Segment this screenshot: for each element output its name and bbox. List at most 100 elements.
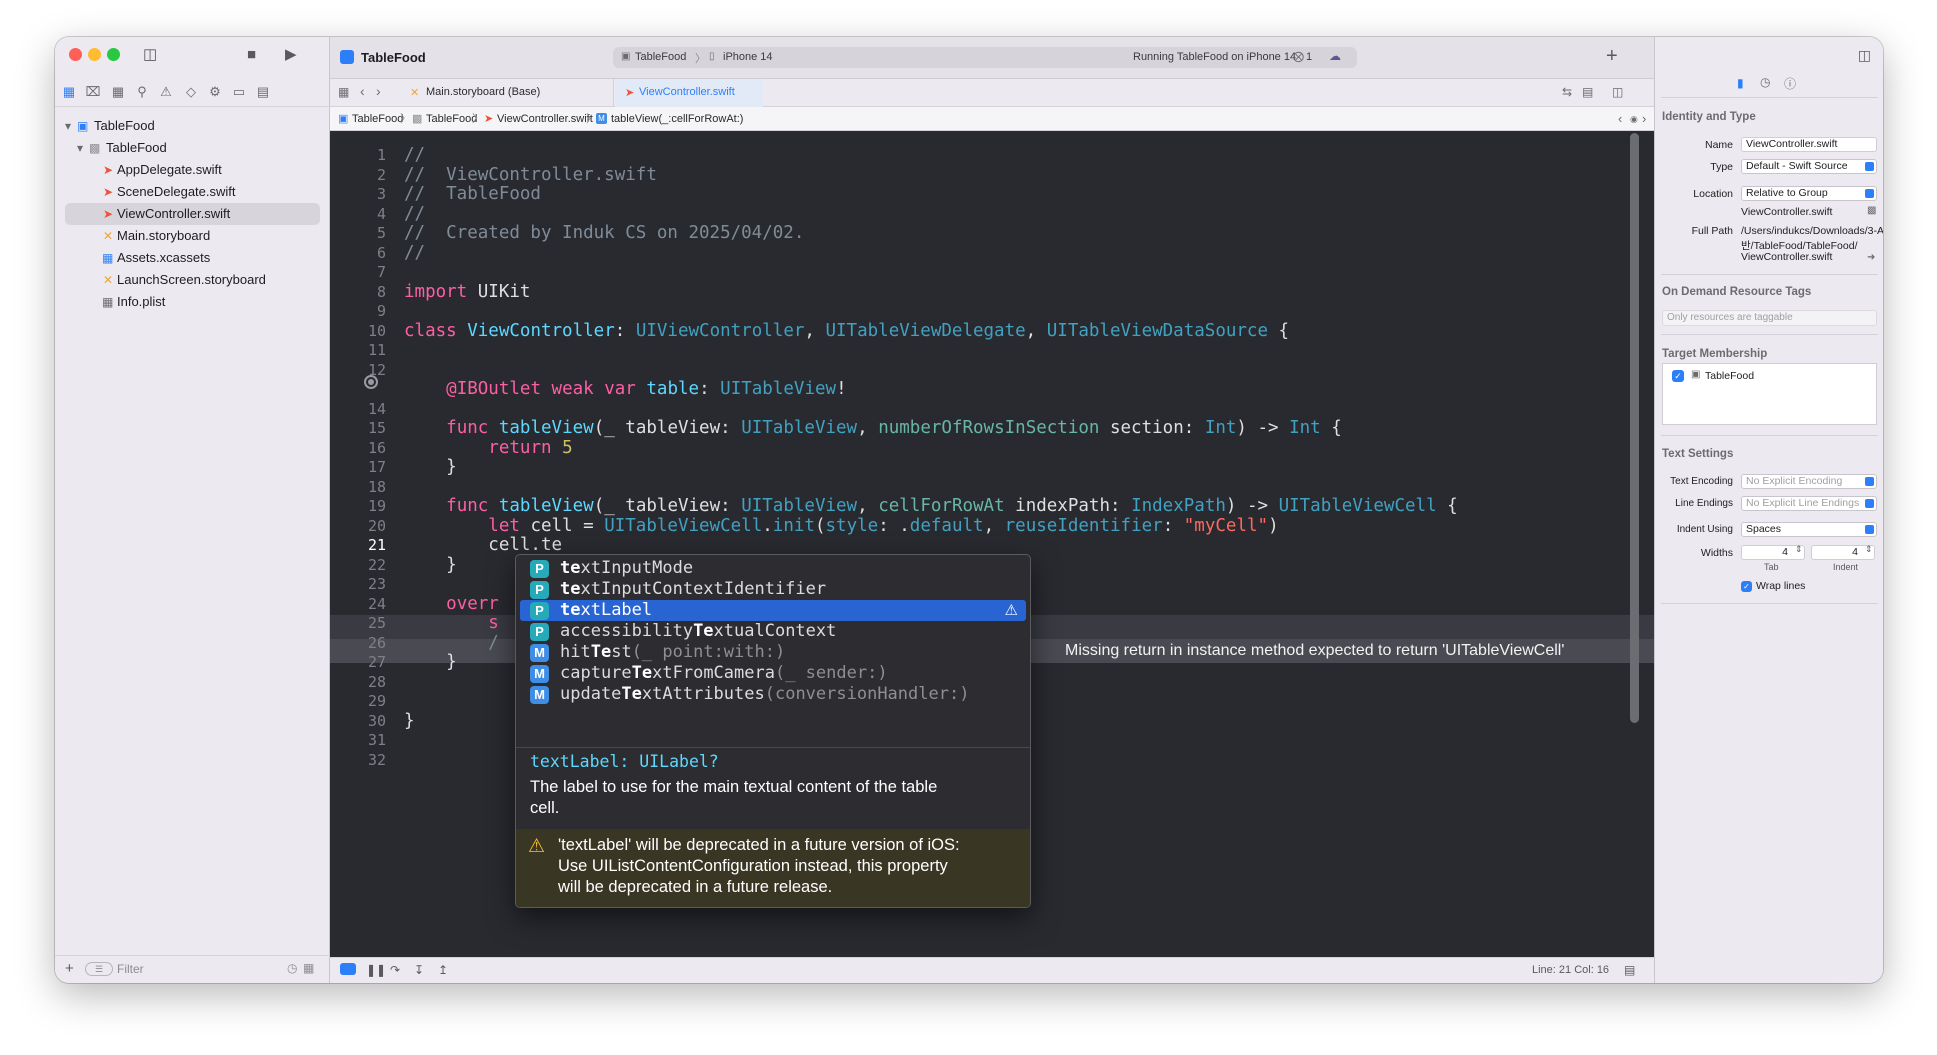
filter-input[interactable]: Filter [117, 962, 144, 976]
completion-item[interactable]: PtextInputContextIdentifier [520, 579, 1026, 600]
issue-icon[interactable]: ⚠ [157, 84, 175, 100]
minimize-window-button[interactable] [88, 48, 101, 61]
report-icon[interactable]: ▤ [254, 84, 272, 100]
pause-icon[interactable]: ❚❚ [366, 963, 386, 977]
tab-stepper-icon[interactable]: ⇕ [1795, 544, 1803, 555]
close-window-button[interactable] [69, 48, 82, 61]
outlet-connection-icon[interactable] [364, 375, 378, 389]
tab-main-storyboard[interactable]: ✕ Main.storyboard (Base) [400, 79, 614, 107]
name-field[interactable]: ViewController.swift [1741, 137, 1877, 152]
device-name[interactable]: iPhone 14 [723, 51, 773, 63]
tree-row-file[interactable]: ▦ Info.plist [55, 291, 330, 313]
scm-filter-icon[interactable]: ▦ [303, 961, 314, 975]
forward-icon[interactable]: › [1642, 107, 1646, 131]
tree-row-file[interactable]: ➤ AppDelegate.swift [55, 159, 330, 181]
source-control-icon[interactable]: ⌧ [84, 84, 102, 100]
code-line[interactable]: } [404, 709, 415, 733]
location-file: ViewController.swift [1741, 206, 1833, 218]
tree-row-file[interactable]: ✕ LaunchScreen.storyboard [55, 269, 330, 291]
file-inspector-tab-icon[interactable]: ▮ [1737, 76, 1744, 90]
completion-item[interactable]: PtextLabel ⚠ [520, 600, 1026, 621]
add-icon[interactable]: + [1606, 45, 1618, 68]
panel-toggle-icon[interactable]: ▤ [1624, 963, 1635, 977]
jump-item[interactable]: tableView(_:cellForRowAt:) [611, 107, 743, 131]
step-over-icon[interactable]: ↷ [390, 963, 400, 977]
jump-item[interactable]: TableFood [426, 107, 477, 131]
code-line[interactable]: class ViewController: UIViewController, … [404, 319, 1289, 343]
code-line[interactable]: } [404, 553, 457, 577]
refresh-icon[interactable]: ⇆ [1562, 85, 1572, 99]
issue-count[interactable]: 1 [1306, 51, 1312, 63]
folder-icon[interactable]: ▩ [1867, 205, 1876, 216]
filter-options-icon[interactable]: ☰ [85, 962, 113, 976]
completion-item[interactable]: MhitTest(_ point:with:) [520, 642, 1026, 663]
scheme-name[interactable]: TableFood [635, 51, 686, 63]
grid-icon[interactable]: ▦ [338, 85, 349, 99]
encoding-popup[interactable]: No Explicit Encoding [1741, 474, 1877, 489]
back-icon[interactable]: ‹ [1618, 107, 1622, 131]
odr-tags-field[interactable]: Only resources are taggable [1662, 310, 1877, 326]
code-line[interactable]: // Created by Induk CS on 2025/04/02. [404, 221, 804, 245]
tree-row-project[interactable]: ▾ ▣ TableFood [55, 115, 330, 137]
type-popup[interactable]: Default - Swift Source [1741, 159, 1877, 174]
breakpoint-icon[interactable]: ▭ [230, 84, 248, 100]
app-project-icon: ▣ [77, 119, 89, 133]
split-editor-icon[interactable]: ◫ [1612, 85, 1623, 99]
tab-viewcontroller[interactable]: ➤ ViewController.swift [615, 79, 763, 107]
editor-scrollbar[interactable] [1630, 133, 1639, 723]
wrap-lines-checkbox[interactable]: ✓ [1741, 581, 1752, 592]
tree-row-file[interactable]: ➤ SceneDelegate.swift [55, 181, 330, 203]
sidebar-toggle-icon[interactable]: ◫ [143, 46, 157, 64]
editor-options-icon[interactable]: ▤ [1582, 85, 1593, 99]
code-line[interactable]: } [404, 650, 457, 674]
recent-files-icon[interactable]: ◷ [287, 961, 297, 975]
warning-text: Use UIListContentConfiguration instead, … [558, 857, 948, 875]
related-items-icon[interactable]: ◉ [1630, 107, 1638, 131]
target-checkbox[interactable]: ✓ [1672, 370, 1684, 382]
endings-popup[interactable]: No Explicit Line Endings [1741, 496, 1877, 511]
disclosure-icon[interactable]: ▾ [65, 115, 71, 137]
step-out-icon[interactable]: ↥ [438, 963, 448, 977]
indent-popup[interactable]: Spaces [1741, 522, 1877, 537]
disclosure-icon[interactable]: ▾ [77, 137, 83, 159]
zoom-window-button[interactable] [107, 48, 120, 61]
reveal-arrow-icon[interactable]: ➜ [1867, 252, 1875, 263]
code-line[interactable]: // [404, 241, 425, 265]
jump-item[interactable]: TableFood [352, 107, 403, 131]
back-icon[interactable]: ‹ [360, 83, 365, 99]
forward-icon[interactable]: › [376, 83, 381, 99]
history-inspector-tab-icon[interactable]: ◷ [1760, 75, 1770, 89]
scheme-icon: ▣ [621, 51, 631, 62]
line-number-gutter[interactable]: 1 2 3 4 5 6 7 8 9 10 11 12 14 15 16 17 18 19 20 21 22 23 24 25 2… [330, 131, 386, 947]
help-inspector-tab-icon[interactable]: ⓘ [1784, 75, 1796, 92]
location-popup[interactable]: Relative to Group [1741, 186, 1877, 201]
debug-icon[interactable]: ⚙ [206, 84, 224, 100]
console-toggle-icon[interactable] [340, 963, 356, 975]
step-into-icon[interactable]: ↧ [414, 963, 424, 977]
tree-row-file[interactable]: ✕ Main.storyboard [55, 225, 330, 247]
code-line[interactable]: import UIKit [404, 280, 530, 304]
inspector-toggle-icon[interactable]: ◫ [1858, 47, 1871, 64]
jump-item[interactable]: ViewController.swift [497, 107, 593, 131]
tree-row-file-selected[interactable]: ➤ ViewController.swift [65, 203, 320, 225]
symbol-navigator-icon[interactable]: ▦ [109, 84, 127, 100]
line-number[interactable]: 32 [330, 748, 386, 772]
code-line[interactable]: @IBOutlet weak var table: UITableView! [404, 377, 846, 401]
completion-item[interactable]: PtextInputMode [520, 558, 1026, 579]
deprecation-warning: ⚠ 'textLabel' will be deprecated in a fu… [516, 829, 1030, 907]
completion-item[interactable]: McaptureTextFromCamera(_ sender:) [520, 663, 1026, 684]
completion-item[interactable]: PaccessibilityTextualContext [520, 621, 1026, 642]
indent-stepper-icon[interactable]: ⇕ [1865, 544, 1873, 555]
project-navigator-icon[interactable]: ▦ [60, 84, 78, 100]
stop-icon[interactable]: ■ [247, 46, 256, 64]
tree-row-folder[interactable]: ▾ ▩ TableFood [55, 137, 330, 159]
code-line[interactable]: } [404, 455, 457, 479]
issue-badge-icon[interactable]: ⨂ [1293, 50, 1304, 63]
completion-item[interactable]: MupdateTextAttributes(conversionHandler:… [520, 684, 1026, 705]
find-icon[interactable]: ⚲ [133, 84, 151, 100]
add-icon[interactable]: + [65, 960, 74, 977]
test-icon[interactable]: ◇ [182, 84, 200, 100]
tree-row-file[interactable]: ▦ Assets.xcassets [55, 247, 330, 269]
activity-view[interactable]: ▣ TableFood 〉 ▯ iPhone 14 Running TableF… [613, 47, 1357, 68]
run-icon[interactable]: ▶ [285, 46, 297, 64]
